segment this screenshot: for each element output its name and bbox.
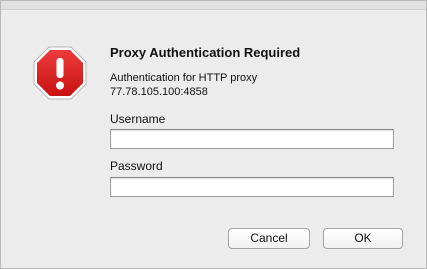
dialog-message: Authentication for HTTP proxy 77.78.105.… — [110, 71, 257, 99]
proxy-auth-dialog: Proxy Authentication Required Authentica… — [0, 0, 427, 269]
password-field[interactable] — [110, 177, 394, 197]
dialog-title: Proxy Authentication Required — [110, 45, 301, 60]
message-line-1: Authentication for HTTP proxy — [110, 72, 258, 84]
stop-alert-icon — [33, 46, 87, 100]
username-label: Username — [110, 112, 166, 126]
password-label: Password — [110, 159, 163, 173]
ok-button[interactable]: OK — [323, 228, 403, 249]
cancel-button[interactable]: Cancel — [228, 228, 310, 249]
username-field[interactable] — [110, 129, 394, 149]
dialog-top-edge — [1, 1, 426, 10]
proxy-address: 77.78.105.100:4858 — [110, 86, 208, 98]
